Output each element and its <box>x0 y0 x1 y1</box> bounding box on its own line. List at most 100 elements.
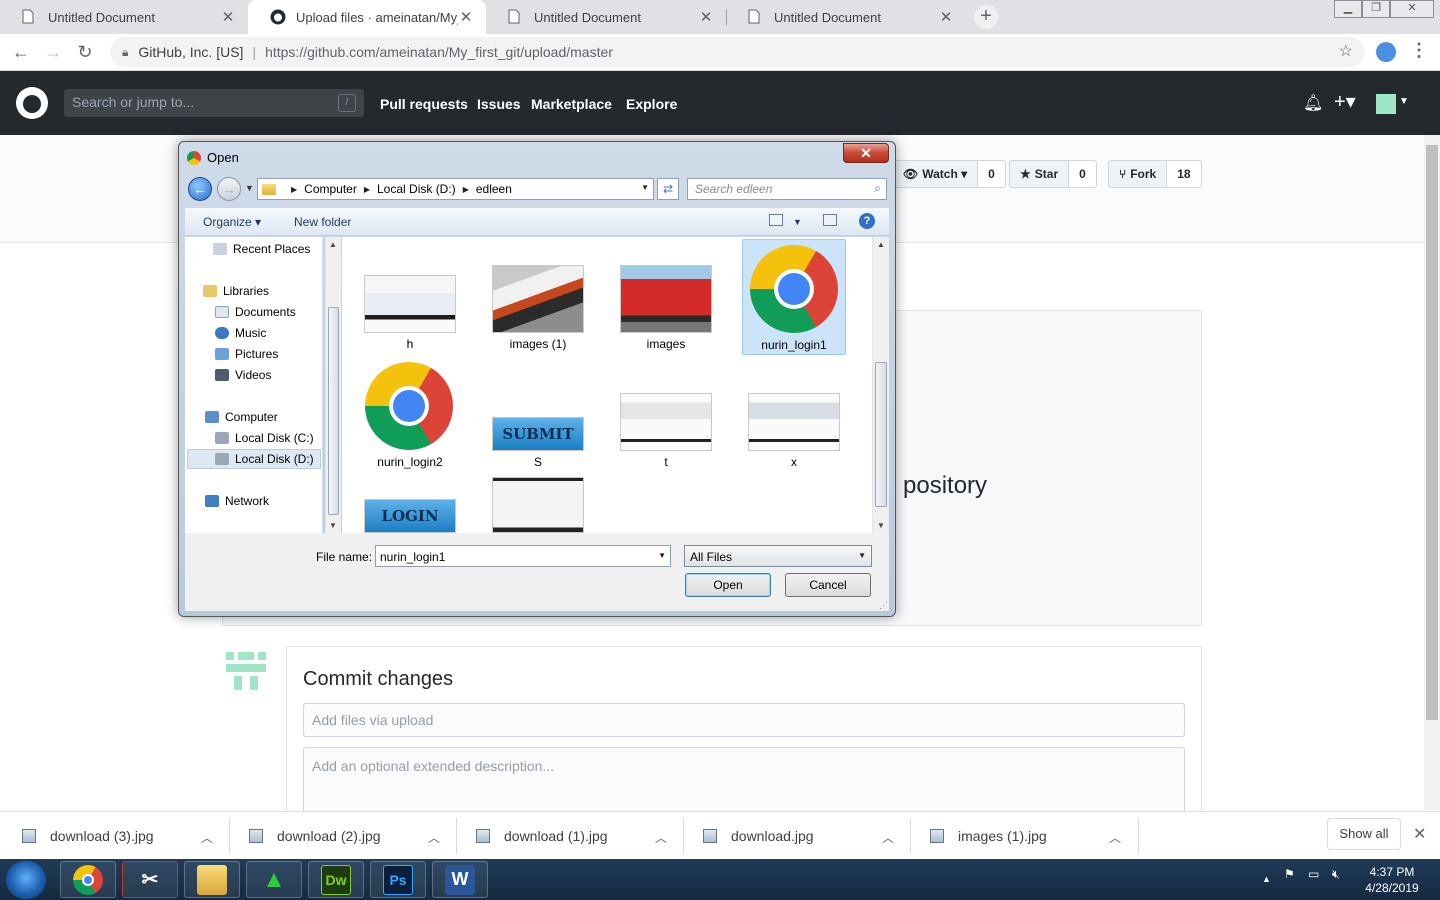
sidebar-item-videos[interactable]: Videos <box>215 365 271 385</box>
tab-untitled-3[interactable]: Untitled Document ✕ <box>726 0 966 34</box>
scroll-down-icon[interactable]: ▼ <box>329 521 337 530</box>
star-button[interactable]: ★ Star 0 <box>1009 160 1097 188</box>
restore-button[interactable]: ❐ <box>1362 0 1390 18</box>
download-item[interactable]: download.jpg <box>703 812 814 860</box>
nav-explore[interactable]: Explore <box>626 96 677 112</box>
sidebar-item-music[interactable]: Music <box>215 323 266 343</box>
resize-grip-icon[interactable]: ⋰ <box>879 600 888 611</box>
new-tab-button[interactable]: + <box>974 5 998 29</box>
download-item[interactable]: download (3).jpg <box>22 812 154 860</box>
dialog-search-input[interactable]: Search edleen ⌕ <box>687 178 887 200</box>
photoshop-icon[interactable]: Ps <box>370 861 426 898</box>
file-item-login-image[interactable]: LOGIN <box>358 475 462 533</box>
menu-kebab-icon[interactable]: ⋮ <box>1410 40 1428 61</box>
back-arrow-icon[interactable]: ← <box>9 40 33 64</box>
organize-button[interactable]: Organize ▾ <box>203 215 261 229</box>
start-button[interactable] <box>6 861 46 899</box>
page-scrollbar[interactable] <box>1424 135 1440 810</box>
breadcrumb-local-disk-d[interactable]: Local Disk (D:) <box>377 182 456 196</box>
sidebar-item-documents[interactable]: Documents <box>215 302 296 322</box>
file-item-nurin-login1[interactable]: nurin_login1 <box>742 239 846 355</box>
star-count[interactable]: 0 <box>1069 161 1096 187</box>
sidebar-item-local-disk-d[interactable]: Local Disk (D:) <box>187 449 321 469</box>
chevron-right-icon[interactable]: ▶ <box>463 185 469 194</box>
file-item-images-1[interactable]: images (1) <box>486 239 590 355</box>
nav-marketplace[interactable]: Marketplace <box>531 96 612 112</box>
close-icon[interactable]: ✕ <box>698 8 714 26</box>
new-folder-button[interactable]: New folder <box>294 215 351 229</box>
close-icon[interactable]: ✕ <box>458 8 474 26</box>
file-list-scrollbar[interactable]: ▲ ▼ <box>872 237 889 533</box>
chevron-down-icon[interactable]: ▼ <box>793 217 802 227</box>
sidebar-item-recent-places[interactable]: Recent Places <box>213 239 310 259</box>
app-green-icon[interactable]: ▲ <box>246 861 302 898</box>
window-close-button[interactable]: ✕ <box>1390 0 1434 18</box>
watch-button[interactable]: 👁︎ Watch ▾ 0 <box>892 160 1006 188</box>
chevron-up-icon[interactable]: ︿ <box>428 829 440 846</box>
sidebar-item-local-disk-c[interactable]: Local Disk (C:) <box>215 428 314 448</box>
chevron-up-icon[interactable]: ︿ <box>1109 829 1121 846</box>
chevron-right-icon[interactable]: ▶ <box>364 185 370 194</box>
tab-untitled-1[interactable]: Untitled Document ✕ <box>0 0 248 34</box>
close-icon[interactable]: ✕ <box>1413 824 1426 844</box>
download-item[interactable]: images (1).jpg <box>930 812 1047 860</box>
chevron-down-icon[interactable]: ▼ <box>1399 96 1409 107</box>
nav-pull-requests[interactable]: Pull requests <box>380 96 468 112</box>
scrollbar-thumb[interactable] <box>1426 145 1438 720</box>
chevron-right-icon[interactable]: ▶ <box>291 185 297 194</box>
avatar[interactable] <box>1376 94 1396 114</box>
file-item-s[interactable]: SUBMIT S <box>486 357 590 473</box>
navigation-scrollbar[interactable]: ▲ ▼ <box>325 237 341 533</box>
close-icon[interactable]: ✕ <box>938 8 954 26</box>
fork-button[interactable]: ⑂ Fork 18 <box>1108 160 1202 188</box>
file-item-h[interactable]: h <box>358 239 462 355</box>
word-icon[interactable]: W <box>432 861 488 898</box>
watch-count[interactable]: 0 <box>978 161 1005 187</box>
file-item-t[interactable]: t <box>614 357 718 473</box>
bookmark-star-icon[interactable]: ☆ <box>1339 41 1353 61</box>
chevron-up-icon[interactable]: ︿ <box>655 829 667 846</box>
file-item-nurin-login2[interactable]: nurin_login2 <box>358 357 462 473</box>
sidebar-item-pictures[interactable]: Pictures <box>215 344 278 364</box>
show-all-button[interactable]: Show all <box>1327 818 1401 850</box>
chevron-up-icon[interactable]: ︿ <box>882 829 894 846</box>
system-clock[interactable]: 4:37 PM 4/28/2019 <box>1362 864 1422 896</box>
dreamweaver-icon[interactable]: Dw <box>308 861 364 898</box>
chevron-up-icon[interactable]: ︿ <box>201 829 213 846</box>
snipping-tool-icon[interactable]: ✂ <box>122 861 178 898</box>
file-explorer-icon[interactable] <box>184 861 240 898</box>
breadcrumb-edleen[interactable]: edleen <box>476 182 512 196</box>
scrollbar-thumb[interactable] <box>328 307 339 515</box>
nav-issues[interactable]: Issues <box>477 96 521 112</box>
chevron-down-icon[interactable]: ▼ <box>658 551 666 560</box>
refresh-icon[interactable]: ⇄ <box>657 178 679 200</box>
plus-dropdown-icon[interactable]: +▾ <box>1334 89 1356 114</box>
reload-icon[interactable]: ↻ <box>73 40 97 64</box>
download-item[interactable]: download (2).jpg <box>249 812 381 860</box>
minimize-button[interactable]: ▁ <box>1334 0 1362 18</box>
github-logo-icon[interactable] <box>16 87 48 119</box>
bell-icon[interactable]: 🔔︎ <box>1303 93 1323 113</box>
commit-description-input[interactable]: Add an optional extended description... <box>303 747 1185 817</box>
chevron-down-icon[interactable]: ▼ <box>641 183 649 192</box>
breadcrumb[interactable]: ▶ Computer ▶ Local Disk (D:) ▶ edleen ▼ <box>257 178 654 200</box>
scroll-up-icon[interactable]: ▲ <box>329 240 337 249</box>
sidebar-item-network[interactable]: Network <box>205 491 269 511</box>
tab-untitled-2[interactable]: Untitled Document ✕ <box>486 0 726 34</box>
cancel-button[interactable]: Cancel <box>785 573 871 597</box>
dialog-close-button[interactable]: ✕ <box>843 143 889 163</box>
sidebar-item-computer[interactable]: Computer <box>205 407 278 427</box>
open-button[interactable]: Open <box>685 573 771 597</box>
file-type-select[interactable]: All Files ▼ <box>684 545 872 567</box>
file-item-images[interactable]: images <box>614 239 718 355</box>
volume-muted-icon[interactable]: 🔇︎ <box>1332 867 1340 882</box>
fork-count[interactable]: 18 <box>1167 161 1201 187</box>
file-item-x[interactable]: x <box>742 357 846 473</box>
change-view-icon[interactable] <box>769 214 783 226</box>
recent-locations-chevron-icon[interactable]: ▼ <box>245 183 254 193</box>
forward-arrow-icon[interactable]: → <box>41 40 65 64</box>
forward-arrow-icon[interactable]: → <box>217 177 241 201</box>
github-search-input[interactable]: Search or jump to... / <box>64 89 364 117</box>
search-icon[interactable]: ⌕ <box>874 181 881 196</box>
tray-expand-icon[interactable]: ▲ <box>1262 874 1271 884</box>
